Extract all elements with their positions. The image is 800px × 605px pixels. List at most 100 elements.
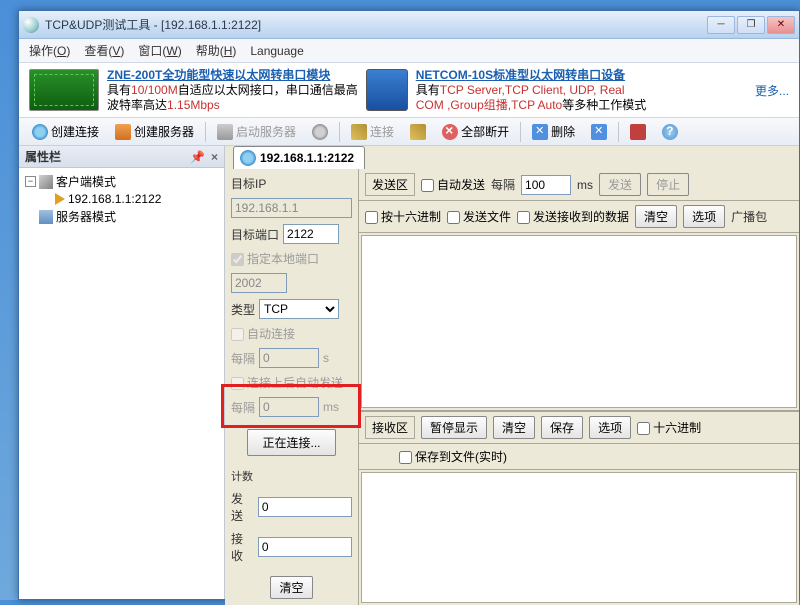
- delete-icon: [532, 124, 548, 140]
- stop-server-button: [305, 121, 335, 143]
- promo-left-title[interactable]: ZNE-200T全功能型快速以太网转串口模块: [107, 68, 330, 82]
- send-recv-checkbox[interactable]: 发送接收到的数据: [517, 208, 629, 225]
- send-options-button[interactable]: 选项: [683, 205, 725, 228]
- send-interval-input[interactable]: [521, 175, 571, 195]
- toolbar-separator: [339, 122, 340, 142]
- window-controls: ─ ❐ ✕: [707, 16, 795, 34]
- content: 192.168.1.1:2122 目标IP 目标端口 指定本地端口 类型 TCP: [225, 146, 799, 599]
- stop-icon: [630, 124, 646, 140]
- promo-right-title[interactable]: NETCOM-10S标准型以太网转串口设备: [416, 68, 625, 82]
- receive-area: 接收区 暂停显示 清空 保存 选项 十六进制 保存到文件(实时): [359, 410, 799, 605]
- cube-icon: [39, 175, 53, 189]
- sidebar-header: 属性栏 📌 ×: [19, 146, 224, 168]
- tree-collapse-icon[interactable]: −: [25, 176, 36, 187]
- window-title: TCP&UDP测试工具 - [192.168.1.1:2122]: [45, 16, 707, 33]
- send-header2: 按十六进制 发送文件 发送接收到的数据 清空 选项 广播包: [359, 201, 799, 233]
- target-port-label: 目标端口: [231, 226, 279, 243]
- link-break-icon: [410, 124, 426, 140]
- connect-button: 连接: [344, 120, 401, 143]
- auto-send-checkbox[interactable]: 自动发送: [421, 176, 485, 193]
- auto-send-after-checkbox: [231, 377, 244, 390]
- promo-more-link[interactable]: 更多...: [755, 82, 789, 99]
- globe-icon: [240, 150, 256, 166]
- target-ip-input[interactable]: [231, 198, 352, 218]
- server-icon: [115, 124, 131, 140]
- server-grey-icon: [217, 124, 233, 140]
- sidebar-title: 属性栏: [25, 148, 61, 165]
- count-label: 计数: [231, 468, 352, 484]
- type-select[interactable]: TCP: [259, 299, 339, 319]
- menubar: 操作(O) 查看(V) 窗口(W) 帮助(H) Language: [19, 39, 799, 63]
- disconnect-button: [403, 121, 433, 143]
- globe-icon: [32, 124, 48, 140]
- send-header: 发送区 自动发送 每隔 ms 发送 停止: [359, 169, 799, 201]
- local-port-checkbox: [231, 253, 244, 266]
- pin-icon[interactable]: 📌: [190, 150, 205, 164]
- send-area-label: 发送区: [365, 173, 415, 196]
- delete-button[interactable]: 删除: [525, 120, 582, 143]
- close-button[interactable]: ✕: [767, 16, 795, 34]
- send-textarea[interactable]: [361, 235, 797, 408]
- send-clear-button[interactable]: 清空: [635, 205, 677, 228]
- recv-options-button[interactable]: 选项: [589, 416, 631, 439]
- sidebar-close-icon[interactable]: ×: [211, 150, 218, 164]
- promo-image-left: [29, 69, 99, 111]
- recv-clear-button[interactable]: 清空: [493, 416, 535, 439]
- save-to-file-checkbox[interactable]: 保存到文件(实时): [399, 448, 507, 465]
- hex-checkbox[interactable]: 按十六进制: [365, 208, 441, 225]
- disc-icon: [312, 124, 328, 140]
- tab-connection[interactable]: 192.168.1.1:2122: [233, 146, 365, 169]
- auto-send-interval-input: [259, 397, 319, 417]
- server-mode-icon: [39, 210, 53, 224]
- maximize-button[interactable]: ❐: [737, 16, 765, 34]
- send-button: 发送: [599, 173, 641, 196]
- tree-node-server-mode[interactable]: 服务器模式: [21, 207, 222, 226]
- disconnect-all-button[interactable]: 全部断开: [435, 120, 516, 143]
- promo-text-right: NETCOM-10S标准型以太网转串口设备 具有TCP Server,TCP C…: [416, 68, 647, 113]
- stop-send-button: 停止: [647, 173, 689, 196]
- pause-display-button[interactable]: 暂停显示: [421, 416, 487, 439]
- create-server-button[interactable]: 创建服务器: [108, 120, 201, 143]
- recv-count-input[interactable]: [258, 537, 352, 557]
- play-icon: [55, 193, 65, 205]
- recv-save-button[interactable]: 保存: [541, 416, 583, 439]
- send-count-label: 发送: [231, 490, 254, 524]
- titlebar[interactable]: TCP&UDP测试工具 - [192.168.1.1:2122] ─ ❐ ✕: [19, 11, 799, 39]
- promo-text-left: ZNE-200T全功能型快速以太网转串口模块 具有10/100M自适应以太网接口…: [107, 68, 358, 113]
- local-port-input: [231, 273, 287, 293]
- minimize-button[interactable]: ─: [707, 16, 735, 34]
- recv-hex-checkbox[interactable]: 十六进制: [637, 419, 701, 436]
- connecting-button[interactable]: 正在连接...: [247, 429, 335, 456]
- clear-count-button[interactable]: 清空: [270, 576, 312, 599]
- send-file-checkbox[interactable]: 发送文件: [447, 208, 511, 225]
- help-button[interactable]: [655, 121, 685, 143]
- recv-textarea[interactable]: [361, 472, 797, 603]
- target-port-input[interactable]: [283, 224, 339, 244]
- recv-header: 接收区 暂停显示 清空 保存 选项 十六进制: [359, 412, 799, 444]
- toolbar-separator: [618, 122, 619, 142]
- toolbar-separator: [520, 122, 521, 142]
- body-area: 属性栏 📌 × − 客户端模式 192.168.1.1:2122 服务器模式: [19, 146, 799, 599]
- recv-count-label: 接收: [231, 530, 254, 564]
- start-server-button: 启动服务器: [210, 120, 303, 143]
- document-tabs: 192.168.1.1:2122: [225, 146, 799, 169]
- menu-window[interactable]: 窗口(W): [138, 42, 181, 59]
- recv-header2: 保存到文件(实时): [359, 444, 799, 470]
- app-window: TCP&UDP测试工具 - [192.168.1.1:2122] ─ ❐ ✕ 操…: [18, 10, 800, 600]
- send-count-input[interactable]: [258, 497, 352, 517]
- menu-operate[interactable]: 操作(O): [29, 42, 70, 59]
- connection-panel: 目标IP 目标端口 指定本地端口 类型 TCP 自动连接 每隔: [225, 169, 359, 605]
- create-connection-button[interactable]: 创建连接: [25, 120, 106, 143]
- menu-language[interactable]: Language: [250, 44, 303, 58]
- tree-node-client-mode[interactable]: − 客户端模式: [21, 172, 222, 191]
- send-area: 发送区 自动发送 每隔 ms 发送 停止 按十六进制 发送文件 发送接收到的数据: [359, 169, 799, 410]
- toolbar-separator: [205, 122, 206, 142]
- x-icon: [442, 124, 458, 140]
- promo-bar: ZNE-200T全功能型快速以太网转串口模块 具有10/100M自适应以太网接口…: [19, 63, 799, 118]
- delete2-icon: [591, 124, 607, 140]
- menu-help[interactable]: 帮助(H): [196, 42, 237, 59]
- auto-connect-checkbox: [231, 328, 244, 341]
- menu-view[interactable]: 查看(V): [84, 42, 124, 59]
- tree-node-connection[interactable]: 192.168.1.1:2122: [21, 191, 222, 207]
- stop-button[interactable]: [623, 121, 653, 143]
